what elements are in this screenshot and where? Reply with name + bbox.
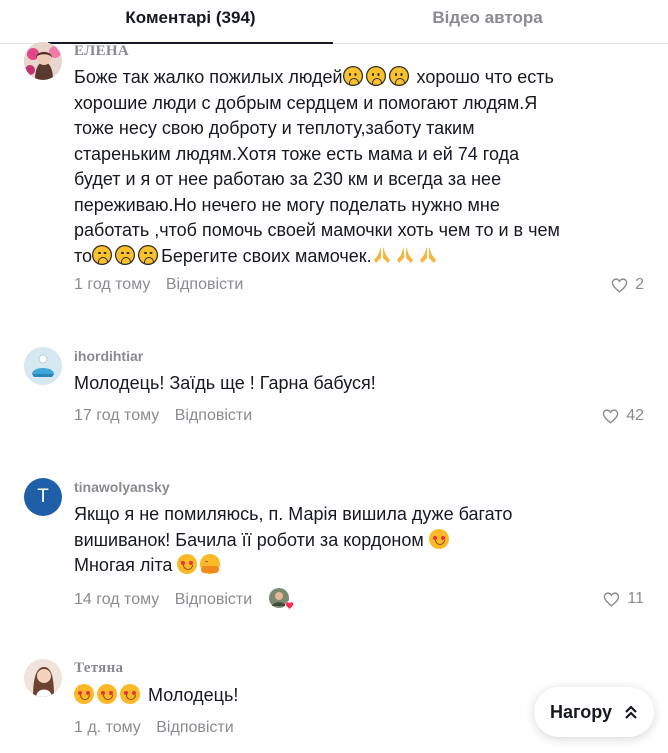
reply-button[interactable]: Відповісти [166, 276, 243, 294]
like-button[interactable]: 42 [602, 407, 644, 425]
comments-tabs: Коментарі (394) Відео автора [0, 0, 668, 44]
smiling-face-with-hearts-emoji-icon [120, 684, 140, 704]
comment-meta: 17 год тому Відповісти [74, 407, 252, 425]
sad-face-emoji-icon [92, 244, 113, 265]
comment-text-line: хорошо что есть [411, 67, 554, 87]
smiling-face-with-hearts-emoji-icon [97, 684, 117, 704]
sad-face-emoji-icon [365, 66, 386, 86]
comment-meta: 14 год тому Відповісти [74, 588, 294, 610]
comment-text: Молодець! [74, 683, 594, 709]
comment-time: 17 год тому [74, 407, 160, 424]
comment-text-line: переживаю.Но нечего не могу поделать нуж… [74, 194, 500, 215]
comment-meta: 1 д. тому Відповісти [74, 719, 234, 737]
comment-text-line: стареньким людям.Хотя тоже есть мама и е… [74, 143, 520, 164]
comment-meta: 1 год тому Відповісти [74, 276, 243, 294]
comment-text: Боже так жалко пожилых людей хорошо что … [74, 65, 594, 269]
heart-icon [602, 408, 619, 424]
comment-text: Молодець! Заїдь ще ! Гарна бабуся! [74, 373, 376, 393]
hugging-face-emoji-icon [200, 554, 221, 574]
comment-text-line: будет и я от нее работаю за 230 км и все… [74, 169, 502, 189]
smiling-face-with-hearts-emoji-icon [428, 528, 449, 549]
like-count: 42 [626, 407, 644, 424]
reply-button[interactable]: Відповісти [156, 719, 233, 737]
comment-time: 14 год тому [74, 591, 160, 608]
tab-comments[interactable]: Коментарі (394) [48, 0, 333, 44]
heart-icon [604, 591, 620, 607]
folded-hands-emoji-icon [419, 246, 436, 263]
comment-text-line: Берегите своих мамочек. [161, 245, 372, 266]
like-count: 11 [627, 590, 644, 607]
comment-text-line: работать ,чтоб помочь своей мамочки хоть… [74, 220, 560, 240]
smiling-face-with-hearts-emoji-icon [74, 684, 94, 704]
comment-text-line: хорошие люди с добрым сердцем и помогают… [74, 92, 538, 113]
comment-username[interactable]: ЕЛЕНА [74, 43, 129, 60]
folded-hands-emoji-icon [396, 246, 413, 263]
sad-face-emoji-icon [115, 244, 136, 265]
back-to-top-button[interactable]: Нагору [534, 687, 654, 737]
comment-text-line: то [74, 245, 93, 266]
back-to-top-label: Нагору [549, 701, 613, 722]
avatar-letter: T [37, 486, 49, 507]
comment-time: 1 д. тому [74, 719, 141, 736]
smiling-face-with-hearts-emoji-icon [177, 554, 198, 574]
comment-text-line: вишиванок! Бачила її роботи за кордоном [74, 529, 424, 550]
comment-text-line: Многая літа [74, 555, 173, 575]
heart-icon [611, 277, 628, 293]
avatar[interactable]: T [24, 478, 62, 516]
reply-button[interactable]: Відповісти [175, 407, 252, 425]
reply-button[interactable]: Відповісти [175, 591, 252, 609]
comment-username[interactable]: Тетяна [74, 660, 123, 677]
sad-face-emoji-icon [138, 244, 159, 265]
comment-username[interactable]: tinawolyansky [74, 479, 170, 495]
avatar[interactable] [24, 42, 62, 80]
comment-text-line: Якщо я не помиляюсь, п. Марія вишила дуж… [74, 504, 513, 524]
folded-hands-emoji-icon [373, 246, 390, 263]
comment-text-line: тоже несу свою доброту и теплоту,заботу … [74, 118, 475, 138]
sad-face-emoji-icon [342, 66, 363, 86]
comment-text-line: Молодець! [148, 685, 239, 705]
comment-time: 1 год тому [74, 276, 151, 293]
heart-badge-icon [284, 601, 294, 610]
comment-text: Якщо я не помиляюсь, п. Марія вишила дуж… [74, 502, 594, 579]
sad-face-emoji-icon [388, 66, 409, 86]
like-count: 2 [635, 276, 644, 293]
double-chevron-up-icon [625, 705, 637, 719]
avatar[interactable] [24, 347, 62, 385]
comment-text-line: Боже так жалко пожилых людей [74, 67, 343, 87]
tab-author-videos[interactable]: Відео автора [360, 0, 615, 43]
like-button[interactable]: 2 [611, 276, 644, 294]
comment-username[interactable]: ihordihtiar [74, 348, 143, 364]
creator-liked-avatar [268, 588, 294, 610]
like-button[interactable]: 11 [603, 590, 644, 608]
avatar[interactable] [24, 659, 62, 697]
tab-comments-label: Коментарі (394) [125, 8, 256, 27]
tab-author-videos-label: Відео автора [432, 8, 543, 27]
